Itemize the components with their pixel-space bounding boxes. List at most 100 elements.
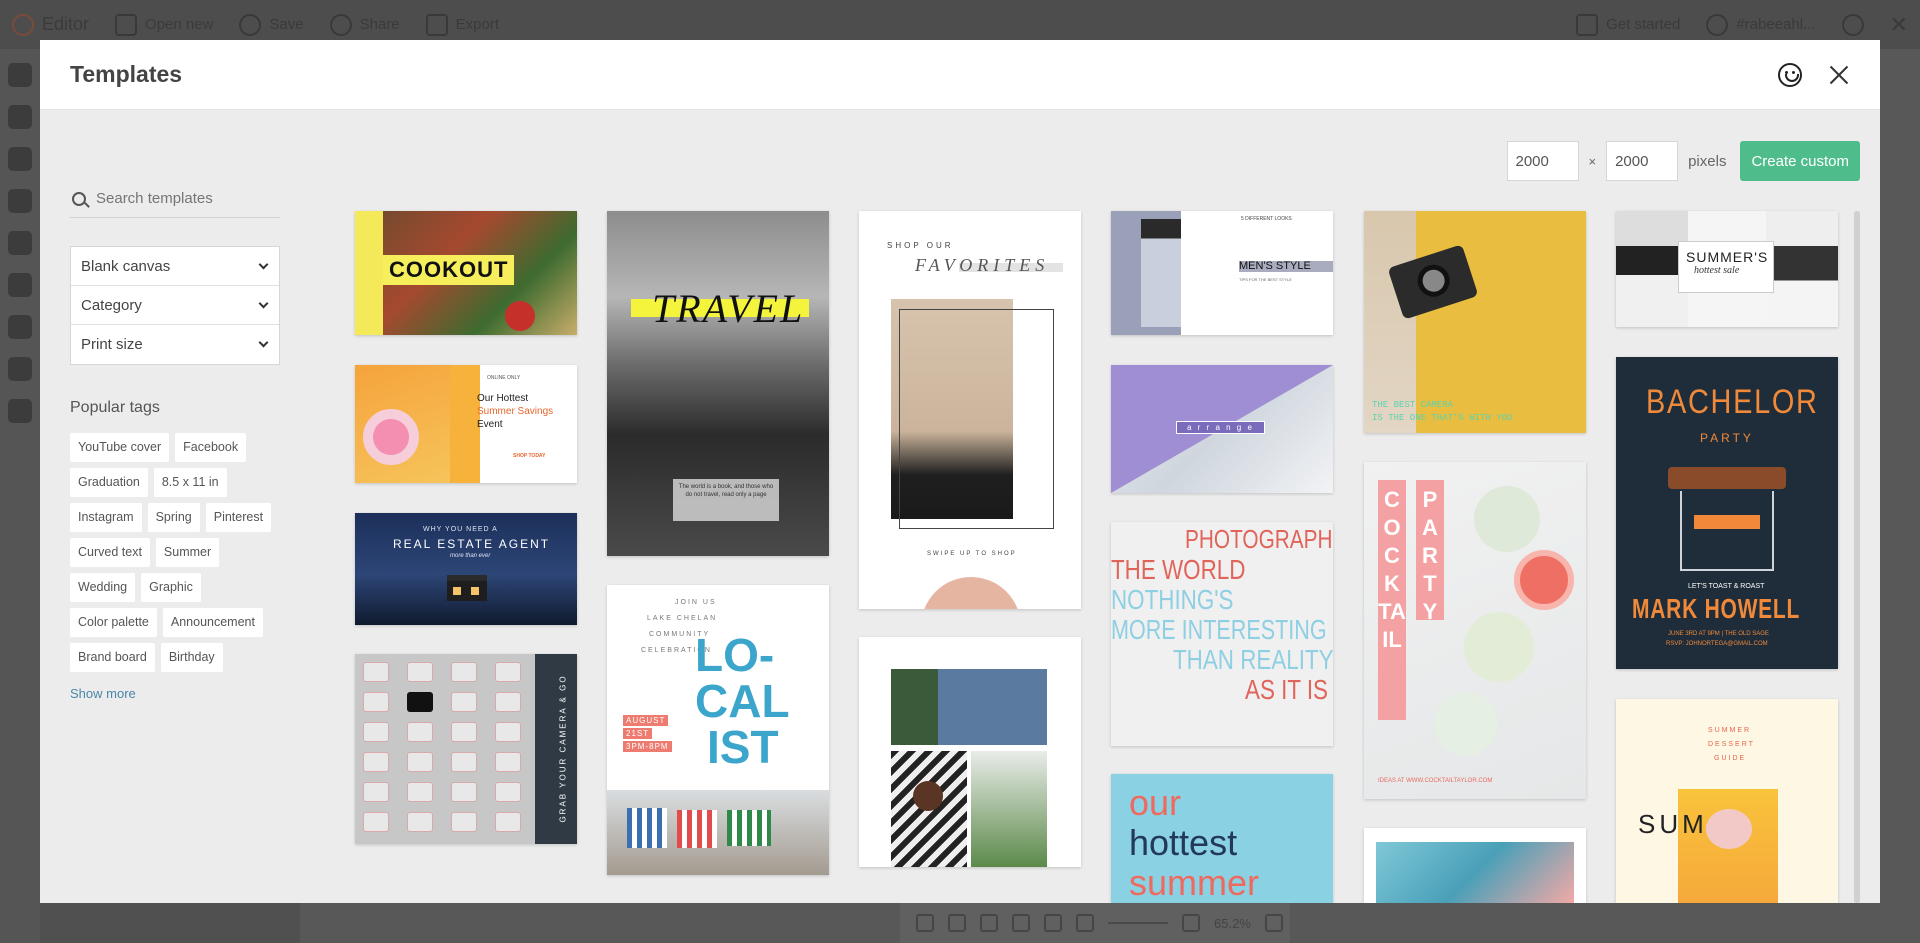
beach-chairs-photo bbox=[607, 790, 829, 875]
grid-scrollbar[interactable] bbox=[1854, 211, 1860, 903]
zoom-out-icon[interactable] bbox=[1076, 914, 1094, 932]
tag-facebook[interactable]: Facebook bbox=[175, 433, 247, 462]
pink-circle bbox=[921, 577, 1021, 609]
share-button[interactable]: Share bbox=[329, 13, 400, 36]
tag-color-palette[interactable]: Color palette bbox=[70, 608, 157, 637]
template-grab-camera[interactable]: GRAB YOUR CAMERA & GO bbox=[355, 654, 577, 844]
editor-close-button[interactable]: ✕ bbox=[1890, 12, 1908, 38]
camera-caption-2: IS THE ONE THAT'S WITH YOU bbox=[1372, 413, 1513, 423]
search-input[interactable] bbox=[96, 190, 266, 207]
tag-pinterest[interactable]: Pinterest bbox=[205, 503, 272, 532]
tag-graduation[interactable]: Graduation bbox=[70, 468, 148, 497]
yellow-accent bbox=[450, 365, 480, 483]
chevron-down-icon bbox=[258, 259, 269, 269]
zoom-slider[interactable] bbox=[1108, 922, 1168, 924]
redo-icon[interactable] bbox=[1012, 914, 1030, 932]
show-more-link[interactable]: Show more bbox=[70, 686, 136, 701]
template-arrange-marble[interactable]: a r r a n g e bbox=[1111, 365, 1333, 493]
feedback-smile-icon[interactable] bbox=[1778, 62, 1802, 87]
compare-icon[interactable] bbox=[1044, 914, 1062, 932]
category-select[interactable]: Category bbox=[71, 286, 279, 325]
template-bachelor-party[interactable]: BACHELOR PARTY LET'S TOAST & ROAST MARK … bbox=[1616, 357, 1838, 669]
grid-icon[interactable] bbox=[948, 914, 966, 932]
template-cookout[interactable]: COOKOUT bbox=[355, 211, 577, 335]
puzzle-icon[interactable] bbox=[8, 399, 32, 423]
user-menu[interactable]: #rabeeahl... bbox=[1706, 13, 1816, 36]
cocktail-word2: PARTY bbox=[1422, 487, 1438, 624]
print-size-select[interactable]: Print size bbox=[71, 325, 279, 364]
select-label: Print size bbox=[81, 336, 143, 353]
frame-icon[interactable] bbox=[8, 273, 32, 297]
zoom-level: 65.2% bbox=[1214, 915, 1251, 931]
camera-outline-icon bbox=[495, 812, 521, 832]
export-icon bbox=[425, 13, 448, 36]
tag-spring[interactable]: Spring bbox=[147, 503, 200, 532]
savings-line2: Summer Savings bbox=[477, 406, 554, 417]
grid-scroll-track[interactable] bbox=[1854, 211, 1860, 903]
zoom-in-icon[interactable] bbox=[1182, 914, 1200, 932]
savings-cta: SHOP TODAY bbox=[513, 453, 546, 459]
template-localist[interactable]: JOIN US LAKE CHELAN COMMUNITY CELEBRATIO… bbox=[607, 585, 829, 875]
export-label: Export bbox=[455, 16, 500, 33]
dessert-line-1: DESSERT bbox=[1708, 741, 1755, 748]
save-button[interactable]: Save bbox=[239, 13, 304, 36]
tools-icon[interactable] bbox=[8, 105, 32, 129]
template-best-camera[interactable]: THE BEST CAMERA IS THE ONE THAT'S WITH Y… bbox=[1364, 211, 1586, 433]
mens-style-sub: TIPS FOR THE BEST STYLE bbox=[1239, 277, 1292, 282]
real-estate-headline: REAL ESTATE AGENT bbox=[393, 537, 551, 551]
blank-canvas-select[interactable]: Blank canvas bbox=[71, 247, 279, 286]
modal-title: Templates bbox=[70, 61, 183, 87]
templates-sidebar: Blank canvas Category Print size Popular… bbox=[70, 180, 280, 703]
get-started-button[interactable]: Get started bbox=[1576, 13, 1680, 36]
tag-summer[interactable]: Summer bbox=[155, 538, 220, 567]
hottest-line-1: hottest bbox=[1129, 822, 1238, 863]
graphics-icon[interactable] bbox=[8, 147, 32, 171]
times-symbol: × bbox=[1588, 153, 1597, 169]
fit-screen-icon[interactable] bbox=[1264, 914, 1283, 932]
settings-button[interactable] bbox=[1841, 13, 1864, 36]
butterfly-icon[interactable] bbox=[8, 231, 32, 255]
tag-graphic[interactable]: Graphic bbox=[141, 573, 201, 602]
tag-brand-board[interactable]: Brand board bbox=[70, 643, 155, 672]
template-cocktail-party[interactable]: COCKTAIL PARTY IDEAS AT WWW.COCKTAILTAYL… bbox=[1364, 462, 1586, 799]
camera-outline-icon bbox=[363, 752, 389, 772]
tag-announcement[interactable]: Announcement bbox=[162, 608, 263, 637]
template-mens-style[interactable]: 5 DIFFERENT LOOKS MEN'S STYLE TIPS FOR T… bbox=[1111, 211, 1333, 335]
layers-icon[interactable] bbox=[8, 63, 32, 87]
photograph-line-5: AS IT IS bbox=[1245, 674, 1328, 705]
undo-icon[interactable] bbox=[980, 914, 998, 932]
template-photograph-world[interactable]: PHOTOGRAPH THE WORLD NOTHING'S MORE INTE… bbox=[1111, 522, 1333, 746]
camera-outline-icon bbox=[495, 752, 521, 772]
template-beach-collage[interactable] bbox=[1364, 828, 1586, 903]
tag-youtube-cover[interactable]: YouTube cover bbox=[70, 433, 170, 462]
texture-icon[interactable] bbox=[8, 315, 32, 339]
template-dessert-guide[interactable]: SUMMER DESSERT GUIDE SUM bbox=[1616, 699, 1838, 903]
hottest-line-0: our bbox=[1129, 782, 1182, 823]
app-logo[interactable]: Editor bbox=[12, 13, 89, 36]
camera-outline-icon bbox=[495, 662, 521, 682]
template-real-estate[interactable]: WHY YOU NEED A REAL ESTATE AGENT more th… bbox=[355, 513, 577, 625]
chevron-down-icon bbox=[258, 337, 269, 348]
layers-toggle-icon[interactable] bbox=[916, 914, 934, 932]
close-modal-icon[interactable] bbox=[1828, 64, 1850, 86]
mens-style-label: 5 DIFFERENT LOOKS bbox=[1241, 216, 1292, 222]
template-collage[interactable] bbox=[859, 637, 1081, 867]
tag-letter-size[interactable]: 8.5 x 11 in bbox=[153, 468, 227, 497]
tag-wedding[interactable]: Wedding bbox=[70, 573, 136, 602]
template-travel[interactable]: TRAVEL The world is a book, and those wh… bbox=[607, 211, 829, 556]
apple-icon[interactable] bbox=[8, 357, 32, 381]
template-favorites[interactable]: SHOP OUR FAVORITES SWIPE UP TO SHOP bbox=[859, 211, 1081, 609]
width-input[interactable] bbox=[1506, 141, 1579, 181]
open-new-button[interactable]: Open new bbox=[115, 13, 213, 36]
template-summers-sale[interactable]: SUMMER'S hottest sale bbox=[1616, 211, 1838, 327]
text-icon[interactable] bbox=[8, 189, 32, 213]
tag-birthday[interactable]: Birthday bbox=[160, 643, 223, 672]
template-our-hottest-summer[interactable]: our hottest summer bbox=[1111, 774, 1333, 903]
tag-instagram[interactable]: Instagram bbox=[70, 503, 142, 532]
template-summer-savings[interactable]: ONLINE ONLY Our Hottest Summer Savings E… bbox=[355, 365, 577, 483]
create-custom-button[interactable]: Create custom bbox=[1740, 141, 1860, 181]
tag-curved-text[interactable]: Curved text bbox=[70, 538, 150, 567]
height-input[interactable] bbox=[1606, 141, 1679, 181]
export-button[interactable]: Export bbox=[425, 13, 500, 36]
user-icon bbox=[1706, 13, 1729, 36]
